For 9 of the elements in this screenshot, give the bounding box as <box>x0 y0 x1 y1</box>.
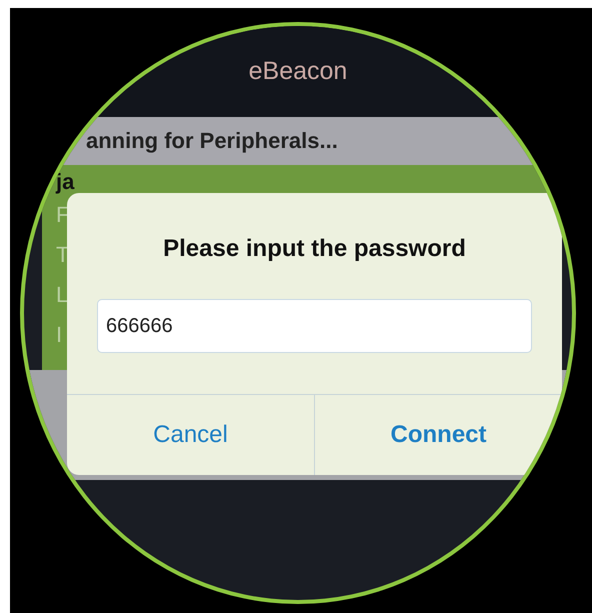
detail-label: L <box>56 281 68 309</box>
alert-title: Please input the password <box>162 234 467 264</box>
password-field[interactable]: 666666 <box>97 299 532 353</box>
detail-label: I <box>56 321 62 349</box>
device-name: ja <box>56 169 74 195</box>
connect-button[interactable]: Connect <box>314 395 562 475</box>
header-text: anning for Peripherals... <box>86 128 338 154</box>
cancel-button[interactable]: Cancel <box>67 395 314 475</box>
nav-title: eBeacon <box>248 57 348 86</box>
